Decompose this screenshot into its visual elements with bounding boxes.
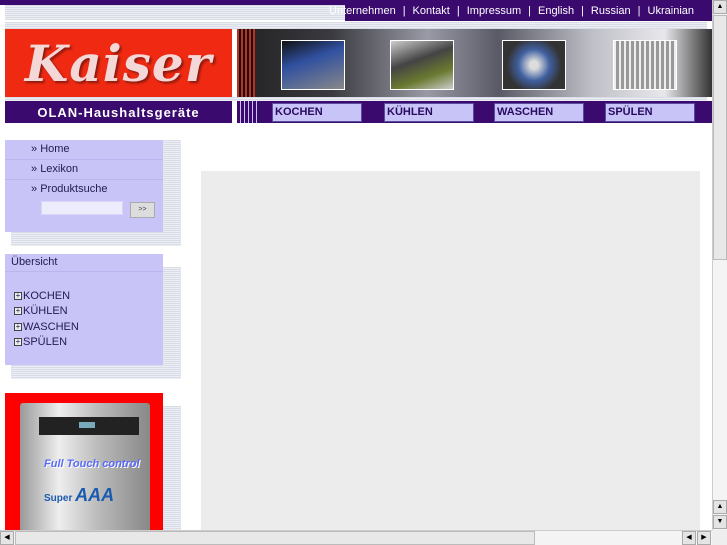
- scroll-corner: [712, 530, 727, 545]
- scroll-left-icon[interactable]: ◀: [682, 531, 696, 545]
- washer-thumbnail: [502, 40, 566, 90]
- cooking-thumbnail: [281, 40, 345, 90]
- category-spuelen[interactable]: SPÜLEN: [605, 103, 695, 122]
- menu-home[interactable]: » Home: [5, 140, 163, 160]
- header-stripe: [5, 22, 707, 29]
- menu-produktsuche[interactable]: » Produktsuche: [5, 180, 163, 200]
- header-photo-strip: [237, 29, 712, 97]
- category-bar: KOCHEN KÜHLEN WASCHEN SPÜLEN: [237, 101, 712, 123]
- scroll-left-icon[interactable]: ◀: [0, 531, 14, 545]
- expand-icon[interactable]: +: [14, 307, 22, 316]
- category-kochen[interactable]: KOCHEN: [272, 103, 362, 122]
- vertical-scrollbar[interactable]: ▲ ▲ ▼: [712, 0, 727, 530]
- category-waschen[interactable]: WASCHEN: [494, 103, 584, 122]
- tree-kuehlen[interactable]: + KÜHLEN: [5, 304, 163, 320]
- scroll-up-icon[interactable]: ▲: [713, 500, 727, 514]
- main-menu: » Home » Lexikon » Produktsuche: [5, 140, 163, 232]
- expand-icon[interactable]: +: [14, 322, 22, 331]
- expand-icon[interactable]: +: [14, 338, 22, 347]
- scroll-thumb[interactable]: [713, 15, 727, 260]
- nav-ukrainian[interactable]: Ukrainian: [648, 5, 694, 17]
- product-search-input[interactable]: [41, 201, 123, 215]
- scroll-up-icon[interactable]: ▲: [713, 0, 727, 14]
- nav-kontakt[interactable]: Kontakt: [413, 5, 450, 17]
- scroll-down-icon[interactable]: ▼: [713, 515, 727, 529]
- scroll-thumb[interactable]: [15, 531, 535, 545]
- header-stripe: [5, 5, 345, 20]
- nav-english[interactable]: English: [538, 5, 574, 17]
- overview-panel: Übersicht + KOCHEN + KÜHLEN + WASCHEN + SPÜL…: [5, 254, 163, 365]
- tree-spuelen[interactable]: + SPÜLEN: [5, 335, 163, 351]
- expand-icon[interactable]: +: [14, 291, 22, 300]
- tagline: OLAN-Haushaltsgeräte: [5, 101, 232, 123]
- nav-impressum[interactable]: Impressum: [467, 5, 521, 17]
- nav-unternehmen[interactable]: Unternehmen: [329, 5, 396, 17]
- fridge-thumbnail: [390, 40, 454, 90]
- shadow: [163, 406, 181, 530]
- dishwasher-thumbnail: [613, 40, 677, 90]
- dishwasher-ad[interactable]: Full Touch control Super AAA: [5, 393, 163, 530]
- scroll-right-icon[interactable]: ▶: [697, 531, 711, 545]
- horizontal-scrollbar[interactable]: ◀ ◀ ▶: [0, 530, 712, 545]
- kaiser-logo[interactable]: Kaiser: [5, 29, 232, 97]
- top-nav: Unternehmen | Kontakt | Impressum | English…: [329, 0, 712, 21]
- menu-lexikon[interactable]: » Lexikon: [5, 160, 163, 180]
- search-button[interactable]: >>: [130, 202, 155, 218]
- content-area: [201, 171, 700, 530]
- tree-kochen[interactable]: + KOCHEN: [5, 288, 163, 304]
- overview-title: Übersicht: [5, 254, 163, 272]
- nav-russian[interactable]: Russian: [591, 5, 631, 17]
- category-kuehlen[interactable]: KÜHLEN: [384, 103, 474, 122]
- tree-waschen[interactable]: + WASCHEN: [5, 319, 163, 335]
